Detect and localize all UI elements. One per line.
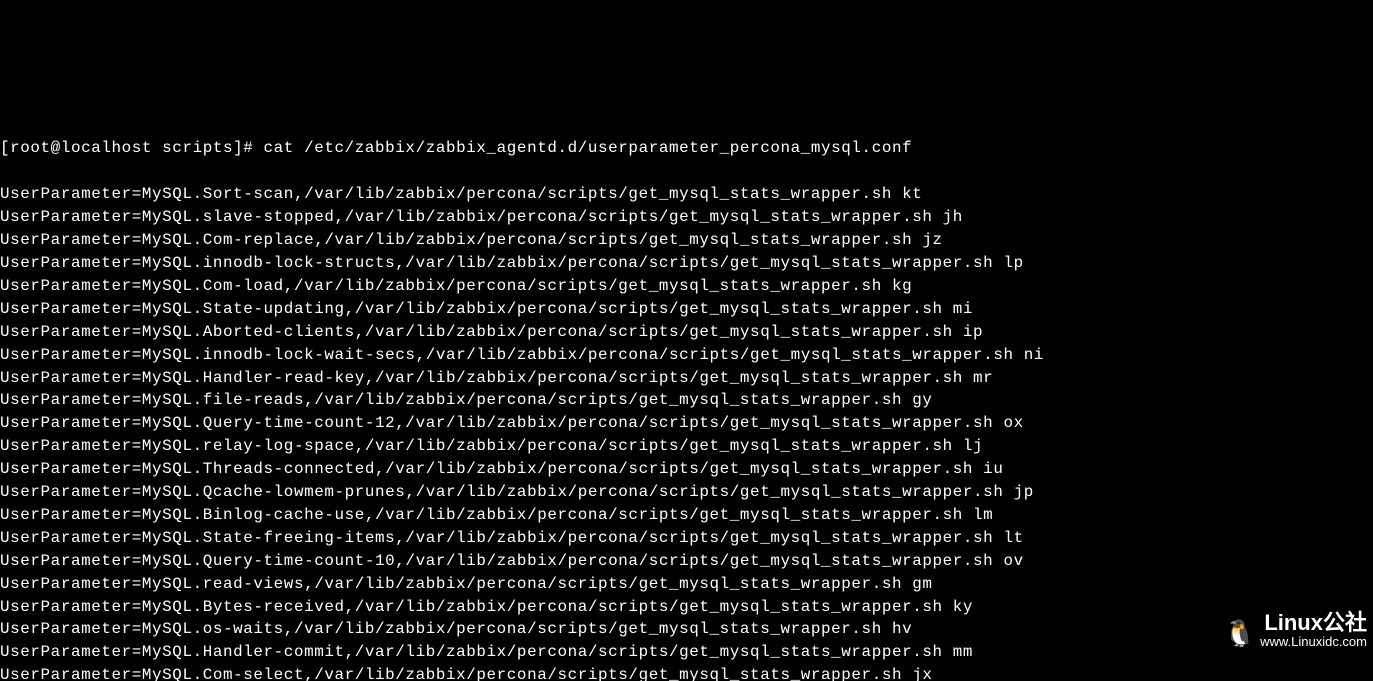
prompt-line: [root@localhost scripts]# cat /etc/zabbi… <box>0 139 912 157</box>
config-lines: UserParameter=MySQL.Sort-scan,/var/lib/z… <box>0 185 1044 681</box>
terminal-output: [root@localhost scripts]# cat /etc/zabbi… <box>0 115 1373 681</box>
